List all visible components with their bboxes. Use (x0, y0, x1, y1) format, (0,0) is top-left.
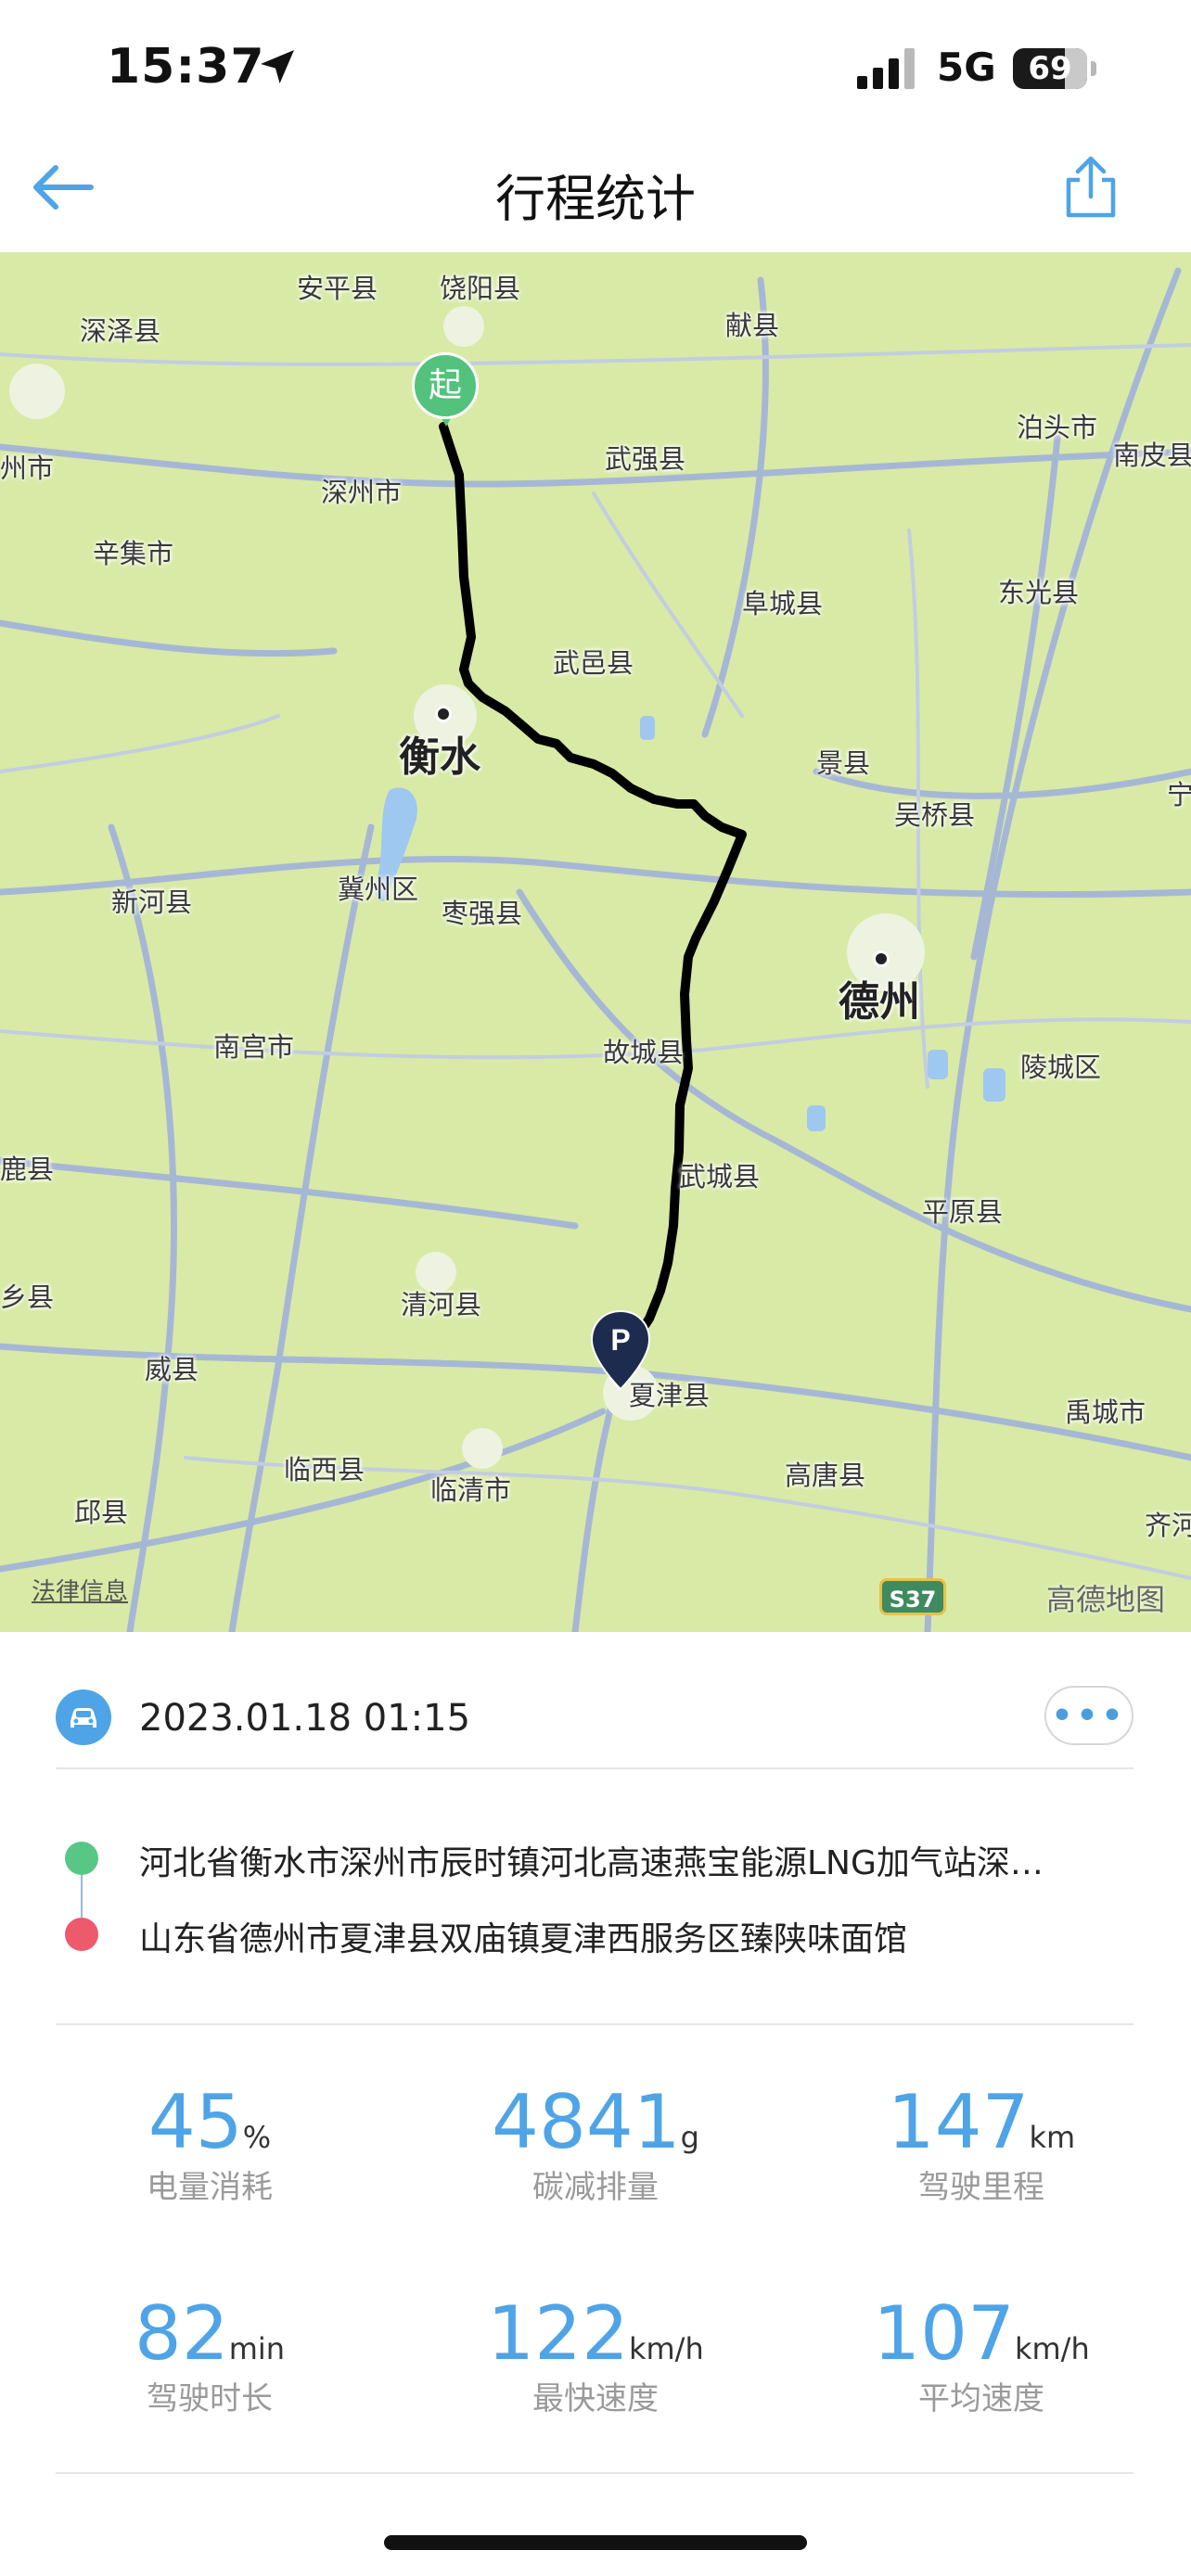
page-title: 行程统计 (495, 170, 696, 228)
stat-unit: km (1029, 2120, 1076, 2155)
start-marker-label: 起 (412, 352, 479, 419)
map-label: 饶阳县 (440, 273, 521, 304)
map-label: 南皮县 (1113, 440, 1191, 471)
route-map[interactable]: 安平县 饶阳县 献县 深泽县 泊头市 南皮县 州市 深州市 武强县 辛集市 阜城… (0, 252, 1191, 1632)
road-badge: S37 (879, 1578, 946, 1615)
stat-label: 平均速度 (918, 2380, 1044, 2417)
city-label-dezhou: 德州 (839, 978, 920, 1026)
battery-tip (1091, 61, 1096, 76)
route-connector-line (81, 1875, 83, 1918)
stat-label: 电量消耗 (147, 2169, 273, 2206)
stat-value: 4841 (492, 2079, 681, 2165)
network-type: 5G (937, 45, 996, 90)
map-label: 临西县 (284, 1454, 365, 1486)
end-point-dot (65, 1918, 98, 1951)
stat-unit: min (228, 2331, 286, 2366)
map-label: 献县 (725, 310, 780, 341)
end-address: 山东省德州市夏津县双庙镇夏津西服务区臻陕味面馆 (139, 1920, 908, 1958)
stat-unit: km/h (628, 2331, 704, 2366)
map-label: 武邑县 (553, 647, 634, 679)
city-label-hengshui: 衡水 (399, 733, 480, 781)
end-marker-label: P (610, 1323, 630, 1357)
share-icon[interactable] (1059, 154, 1122, 221)
divider (56, 2472, 1133, 2474)
route-path (439, 422, 747, 1346)
map-label: 临清市 (430, 1474, 512, 1506)
stat-max-speed: 122km/h 最快速度 (410, 2290, 781, 2418)
map-label: 乡县 (0, 1282, 55, 1313)
stat-label: 驾驶时长 (147, 2380, 273, 2417)
map-label: 枣强县 (442, 898, 523, 929)
map-label: 州市 (0, 453, 55, 484)
status-time: 15:37 (107, 39, 265, 95)
map-label: 南宫市 (213, 1031, 295, 1063)
stat-label: 最快速度 (532, 2380, 659, 2417)
map-label: 武城县 (679, 1161, 761, 1192)
start-marker[interactable]: 起 (412, 352, 479, 436)
hengshui-dot (435, 706, 452, 722)
end-marker-pin-icon[interactable]: P (590, 1309, 651, 1393)
home-indicator[interactable] (384, 2535, 807, 2550)
stat-carbon: 4841g 碳减排量 (410, 2079, 781, 2207)
map-label: 禹城市 (1065, 1396, 1146, 1428)
map-label: 平原县 (922, 1196, 1004, 1228)
stat-duration: 82min 驾驶时长 (24, 2290, 395, 2418)
map-label: 深州市 (321, 477, 403, 508)
start-address: 河北省衡水市深州市辰时镇河北高速燕宝能源LNG加气站深… (139, 1844, 1044, 1882)
cellular-signal-icon (857, 48, 915, 89)
map-label: 武强县 (605, 443, 686, 475)
map-base (0, 267, 1191, 1632)
stat-value: 107 (873, 2290, 1015, 2377)
trip-datetime: 2023.01.18 01:15 (139, 1697, 471, 1740)
stat-unit: % (242, 2120, 272, 2155)
more-icon: ••• (1051, 1697, 1127, 1735)
stat-label: 碳减排量 (532, 2169, 659, 2206)
battery-level: 69 (1028, 50, 1072, 87)
map-label: 威县 (145, 1354, 199, 1385)
stat-label: 驾驶里程 (918, 2169, 1044, 2206)
map-label: 景县 (816, 747, 871, 779)
battery-icon: 69 (1013, 48, 1087, 89)
dezhou-dot (873, 950, 890, 967)
car-icon (56, 1690, 111, 1745)
map-label: 清河县 (401, 1289, 482, 1320)
map-label: 泊头市 (1017, 412, 1098, 443)
stat-distance: 147km 驾驶里程 (796, 2079, 1167, 2207)
trip-card: 2023.01.18 01:15 ••• 河北省衡水市深州市辰时镇河北高速燕宝能… (0, 1632, 1191, 2576)
map-label: 宁 (1167, 779, 1191, 810)
map-label: 新河县 (111, 886, 193, 918)
divider (56, 2023, 1133, 2025)
location-arrow-icon (261, 50, 294, 83)
status-bar: 15:37 5G 69 (0, 0, 1191, 139)
divider (56, 1767, 1133, 1769)
map-label: 齐河 (1145, 1510, 1191, 1541)
map-label: 吴桥县 (894, 799, 976, 831)
map-label: 安平县 (297, 273, 378, 304)
map-label: 冀州区 (338, 874, 419, 905)
map-label: 辛集市 (93, 538, 174, 569)
map-label: 深泽县 (80, 315, 161, 347)
map-label: 陵城区 (1020, 1052, 1102, 1083)
stat-value: 82 (134, 2290, 229, 2377)
stat-unit: g (680, 2120, 699, 2155)
stat-avg-speed: 107km/h 平均速度 (796, 2290, 1167, 2418)
start-point-dot (65, 1842, 98, 1875)
map-label: 高唐县 (785, 1460, 866, 1491)
map-label: 故城县 (603, 1037, 685, 1068)
nav-bar: 行程统计 (0, 139, 1191, 252)
more-button[interactable]: ••• (1044, 1686, 1133, 1745)
map-brand-logo: 高德地图 (1046, 1582, 1166, 1617)
map-label: 阜城县 (742, 588, 824, 619)
map-label: 邱县 (74, 1497, 129, 1528)
stat-battery: 45% 电量消耗 (24, 2079, 395, 2207)
map-label: 鹿县 (0, 1154, 55, 1185)
map-label: 东光县 (998, 577, 1080, 608)
stat-value: 45 (147, 2079, 243, 2165)
legal-info-link[interactable]: 法律信息 (32, 1573, 128, 1607)
stat-value: 147 (887, 2079, 1030, 2165)
stat-unit: km/h (1014, 2331, 1090, 2366)
stat-value: 122 (487, 2290, 629, 2377)
